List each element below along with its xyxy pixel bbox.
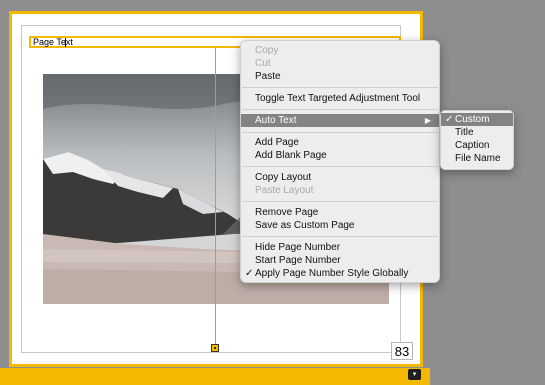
menu-item-remove-page-label: Remove Page — [255, 207, 319, 218]
menu-item-apply-page-number-style[interactable]: ✓ Apply Page Number Style Globally — [241, 267, 439, 280]
submenu-item-custom[interactable]: ✓ Custom — [441, 113, 513, 126]
menu-item-add-blank-page[interactable]: Add Blank Page — [241, 149, 439, 162]
submenu-item-file-name[interactable]: File Name — [441, 152, 513, 165]
menu-item-cut[interactable]: Cut — [241, 57, 439, 70]
menu-item-save-custom-page[interactable]: Save as Custom Page — [241, 219, 439, 232]
menu-item-copy-layout-label: Copy Layout — [255, 172, 312, 183]
menu-separator — [242, 166, 438, 167]
page-options-button[interactable]: ▾ — [408, 369, 421, 380]
checkmark-icon: ✓ — [245, 268, 254, 279]
auto-text-submenu: ✓ Custom Title Caption File Name — [440, 110, 514, 170]
menu-separator — [242, 132, 438, 133]
page-bottom-bar — [0, 368, 430, 385]
submenu-item-title[interactable]: Title — [441, 126, 513, 139]
menu-item-paste-layout[interactable]: Paste Layout — [241, 184, 439, 197]
menu-item-copy-layout[interactable]: Copy Layout — [241, 171, 439, 184]
menu-item-add-page-label: Add Page — [255, 137, 299, 148]
menu-item-hide-page-number[interactable]: Hide Page Number — [241, 241, 439, 254]
text-cursor — [65, 38, 66, 47]
menu-item-add-page[interactable]: Add Page — [241, 136, 439, 149]
menu-item-paste-layout-label: Paste Layout — [255, 185, 314, 196]
page-number-box[interactable]: 83 — [391, 342, 413, 360]
menu-item-start-page-number-label: Start Page Number — [255, 255, 341, 266]
menu-item-apply-page-number-style-label: Apply Page Number Style Globally — [255, 268, 409, 279]
menu-item-copy-label: Copy — [255, 45, 279, 56]
submenu-item-caption[interactable]: Caption — [441, 139, 513, 152]
guide-handle[interactable] — [211, 344, 219, 352]
menu-item-remove-page[interactable]: Remove Page — [241, 206, 439, 219]
page-text-content: Page Text — [33, 37, 73, 47]
menu-item-copy[interactable]: Copy — [241, 44, 439, 57]
menu-item-paste[interactable]: Paste — [241, 70, 439, 83]
submenu-item-custom-label: Custom — [455, 114, 490, 125]
center-guide-line — [215, 44, 216, 346]
menu-separator — [242, 87, 438, 88]
menu-item-save-custom-page-label: Save as Custom Page — [255, 220, 355, 231]
menu-item-add-blank-page-label: Add Blank Page — [255, 150, 327, 161]
menu-separator — [242, 201, 438, 202]
menu-item-hide-page-number-label: Hide Page Number — [255, 242, 341, 253]
submenu-arrow-icon: ▶ — [424, 116, 431, 125]
menu-item-start-page-number[interactable]: Start Page Number — [241, 254, 439, 267]
submenu-item-file-name-label: File Name — [455, 153, 501, 164]
menu-item-paste-label: Paste — [255, 71, 281, 82]
menu-item-auto-text[interactable]: Auto Text ▶ — [241, 114, 439, 127]
menu-item-auto-text-label: Auto Text — [255, 115, 297, 126]
submenu-item-title-label: Title — [455, 127, 474, 138]
checkmark-icon: ✓ — [445, 114, 454, 125]
menu-separator — [242, 236, 438, 237]
context-menu: Copy Cut Paste Toggle Text Targeted Adju… — [240, 40, 440, 283]
menu-separator — [242, 109, 438, 110]
menu-item-toggle-text-tat[interactable]: Toggle Text Targeted Adjustment Tool — [241, 92, 439, 105]
menu-item-cut-label: Cut — [255, 58, 271, 69]
menu-item-toggle-text-tat-label: Toggle Text Targeted Adjustment Tool — [255, 93, 421, 104]
submenu-item-caption-label: Caption — [455, 140, 490, 151]
